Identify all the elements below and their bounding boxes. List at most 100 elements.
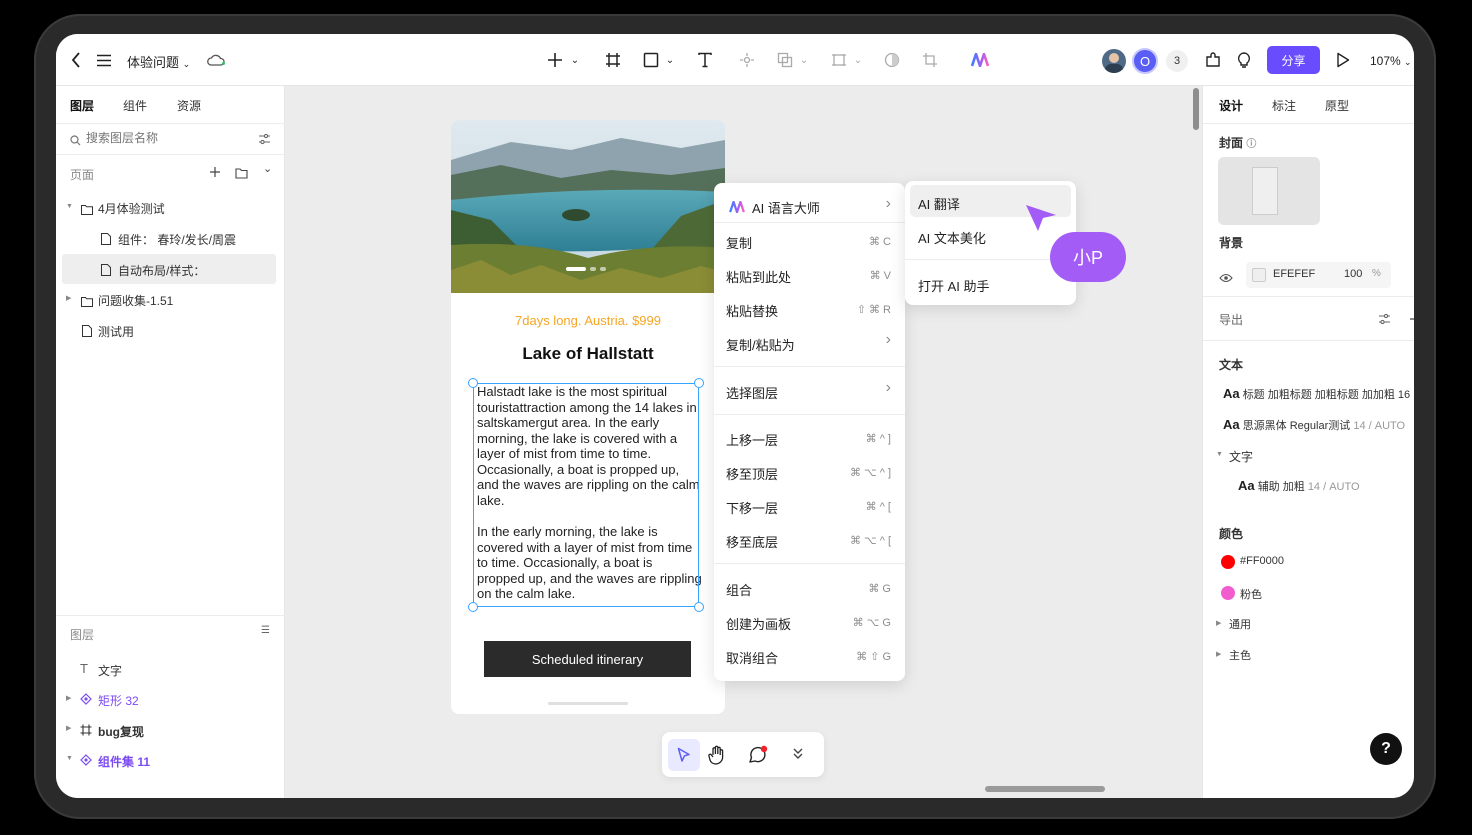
- caret-right-icon[interactable]: ▶: [1216, 619, 1221, 627]
- boolean-tool-icon[interactable]: [774, 50, 796, 70]
- collaborator-count[interactable]: 3: [1166, 50, 1188, 72]
- page-item[interactable]: 自动布局/样式：: [118, 262, 205, 279]
- color-name[interactable]: 粉色: [1240, 586, 1262, 602]
- share-button[interactable]: 分享: [1267, 46, 1320, 74]
- component-tool-icon[interactable]: [828, 50, 850, 70]
- add-page-icon[interactable]: [209, 165, 221, 183]
- page-item[interactable]: 测试用: [98, 323, 134, 340]
- eye-icon[interactable]: [1219, 270, 1233, 288]
- caret-down-icon[interactable]: ▼: [66, 755, 73, 762]
- cover-thumbnail[interactable]: [1218, 157, 1320, 225]
- chevron-down-icon[interactable]: ⌄: [568, 50, 582, 70]
- back-icon[interactable]: [66, 50, 86, 70]
- menu-item-send-to-back[interactable]: 移至底层: [726, 532, 778, 551]
- text-style-item[interactable]: Aa 标题 加粗标题 加粗标题 加加粗 16: [1223, 386, 1414, 404]
- rectangle-tool-icon[interactable]: [640, 50, 662, 70]
- menu-item-paste-here[interactable]: 粘贴到此处: [726, 267, 791, 286]
- resize-handle[interactable]: [468, 602, 478, 612]
- page-item[interactable]: 4月体验测试: [98, 200, 165, 217]
- avatar[interactable]: [1102, 49, 1126, 73]
- background-swatch[interactable]: [1252, 268, 1266, 282]
- selection-box[interactable]: [473, 383, 699, 607]
- resize-handle[interactable]: [694, 602, 704, 612]
- color-name[interactable]: #FF0000: [1240, 555, 1284, 567]
- frame-tool-icon[interactable]: [602, 50, 624, 70]
- layer-item[interactable]: bug复现: [98, 723, 144, 740]
- menu-item-paste-replace[interactable]: 粘贴替换: [726, 301, 778, 320]
- file-title[interactable]: 体验问题 ⌄: [127, 52, 190, 71]
- resize-handle[interactable]: [468, 378, 478, 388]
- zoom-level[interactable]: 107% ⌄: [1370, 54, 1412, 68]
- horizontal-scrollbar[interactable]: [985, 786, 1105, 792]
- add-tool-icon[interactable]: [544, 50, 566, 70]
- menu-item-copy[interactable]: 复制: [726, 233, 752, 252]
- help-button[interactable]: ?: [1370, 733, 1402, 765]
- chevron-double-down-icon[interactable]: [792, 745, 804, 766]
- add-export-icon[interactable]: [1409, 312, 1414, 330]
- menu-item-select-layer[interactable]: 选择图层: [726, 383, 778, 402]
- layer-item[interactable]: 矩形 32: [98, 692, 139, 709]
- menu-item-send-backward[interactable]: 下移一层: [726, 498, 778, 517]
- chevron-down-icon[interactable]: ⌄: [263, 162, 272, 175]
- tab-annotation[interactable]: 标注: [1272, 97, 1296, 114]
- tab-layers[interactable]: 图层: [70, 97, 94, 114]
- text-group-label[interactable]: 文字: [1229, 448, 1253, 465]
- select-tool-icon[interactable]: [668, 739, 700, 771]
- tab-components[interactable]: 组件: [123, 97, 147, 114]
- search-input[interactable]: [86, 129, 246, 147]
- play-icon[interactable]: [1333, 50, 1353, 70]
- menu-icon[interactable]: [94, 50, 114, 70]
- vertical-scrollbar[interactable]: [1193, 88, 1199, 130]
- hand-tool-icon[interactable]: [708, 745, 726, 770]
- filter-icon[interactable]: [258, 132, 271, 150]
- ai-logo-icon[interactable]: [969, 50, 991, 70]
- text-style-item[interactable]: Aa 辅助 加粗 14 / AUTO: [1238, 478, 1414, 496]
- current-user-avatar[interactable]: O: [1132, 48, 1158, 74]
- settings-icon[interactable]: [1378, 312, 1391, 330]
- caret-right-icon[interactable]: ▶: [66, 294, 71, 302]
- menu-item-open-ai-assistant[interactable]: 打开 AI 助手: [918, 276, 990, 295]
- color-group-label[interactable]: 主色: [1229, 647, 1251, 663]
- chevron-down-icon[interactable]: ⌄: [851, 50, 865, 70]
- caret-right-icon[interactable]: ▶: [66, 724, 71, 732]
- mask-tool-icon[interactable]: [881, 50, 903, 70]
- menu-item-ai-language[interactable]: AI 语言大师: [752, 198, 820, 217]
- caret-down-icon[interactable]: ▼: [66, 203, 73, 210]
- page-item[interactable]: 组件： 春玲/发长/周震: [118, 231, 236, 248]
- tab-assets[interactable]: 资源: [177, 97, 201, 114]
- color-swatch-pink[interactable]: [1221, 586, 1235, 600]
- comment-icon[interactable]: [748, 745, 768, 770]
- move-tool-icon[interactable]: [736, 50, 758, 70]
- tab-design[interactable]: 设计: [1219, 97, 1243, 114]
- menu-item-bring-to-front[interactable]: 移至顶层: [726, 464, 778, 483]
- caret-right-icon[interactable]: ▶: [66, 694, 71, 702]
- layer-item[interactable]: 组件集 11: [98, 753, 150, 770]
- color-swatch-red[interactable]: [1221, 555, 1235, 569]
- background-opacity[interactable]: 100: [1344, 268, 1362, 280]
- collapse-icon[interactable]: ☰: [261, 625, 270, 636]
- folder-icon[interactable]: [235, 166, 248, 184]
- tab-prototype[interactable]: 原型: [1325, 97, 1349, 114]
- scheduled-itinerary-button[interactable]: Scheduled itinerary: [484, 641, 691, 677]
- chevron-down-icon[interactable]: ⌄: [663, 50, 677, 70]
- menu-item-ai-translate[interactable]: AI 翻译: [918, 194, 960, 213]
- menu-item-group[interactable]: 组合: [726, 580, 752, 599]
- chevron-down-icon[interactable]: ⌄: [797, 50, 811, 70]
- menu-item-create-artboard[interactable]: 创建为画板: [726, 614, 791, 633]
- caret-right-icon[interactable]: ▶: [1216, 650, 1221, 658]
- background-hex[interactable]: EFEFEF: [1273, 268, 1315, 280]
- layer-item[interactable]: 文字: [98, 662, 122, 679]
- background-color-field[interactable]: EFEFEF 100 %: [1246, 262, 1391, 288]
- lightbulb-icon[interactable]: [1234, 50, 1254, 70]
- menu-item-copy-paste-as[interactable]: 复制/粘贴为: [726, 335, 795, 354]
- page-item[interactable]: 问题收集-1.51: [98, 292, 173, 309]
- crop-tool-icon[interactable]: [919, 50, 941, 70]
- color-group-label[interactable]: 通用: [1229, 616, 1251, 632]
- menu-item-ungroup[interactable]: 取消组合: [726, 648, 778, 667]
- resize-handle[interactable]: [694, 378, 704, 388]
- text-style-item[interactable]: Aa 思源黑体 Regular测试 14 / AUTO: [1223, 417, 1414, 435]
- menu-item-ai-text-beautify[interactable]: AI 文本美化: [918, 228, 986, 247]
- plugin-icon[interactable]: [1203, 50, 1223, 70]
- menu-item-bring-forward[interactable]: 上移一层: [726, 430, 778, 449]
- text-tool-icon[interactable]: [694, 50, 716, 70]
